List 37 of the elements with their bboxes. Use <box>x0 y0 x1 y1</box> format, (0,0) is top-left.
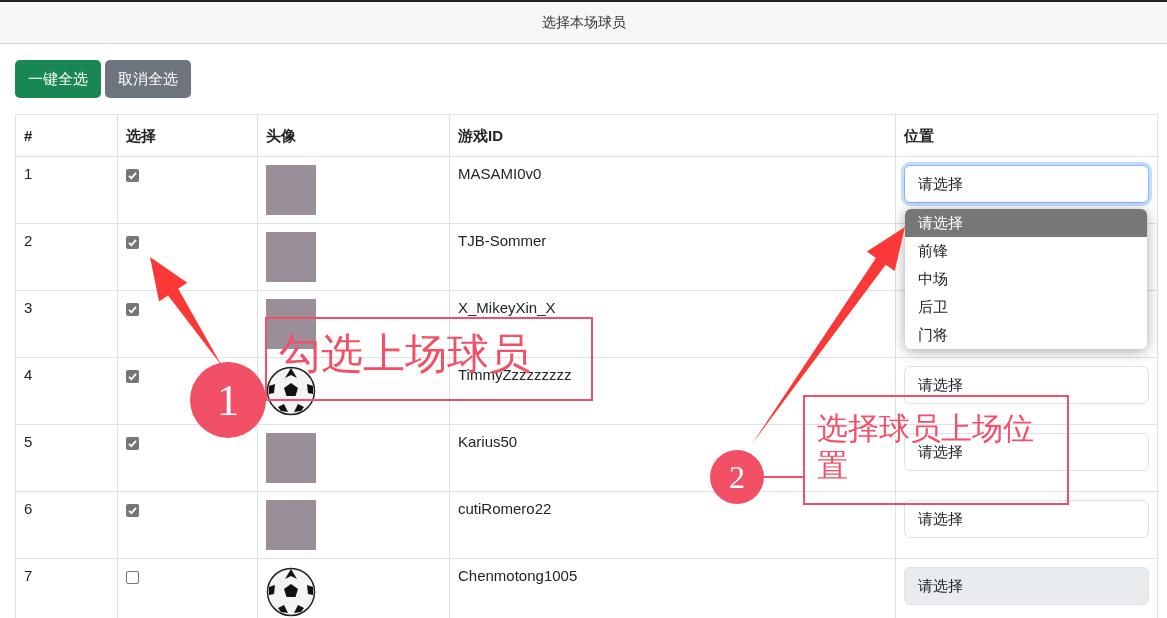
checkbox[interactable] <box>126 303 139 316</box>
step-number: 1 <box>190 362 266 438</box>
row-number: 2 <box>15 223 118 291</box>
column-header: 位置 <box>895 114 1158 157</box>
photo-placeholder <box>266 433 316 483</box>
row-number: 3 <box>15 290 118 358</box>
column-header: 头像 <box>257 114 450 157</box>
column-header: # <box>15 114 118 157</box>
window-title: 选择本场球员 <box>541 13 626 32</box>
position-select[interactable]: 请选择 <box>904 500 1149 538</box>
column-header: 游戏ID <box>449 114 896 157</box>
select-all-button[interactable]: 一键全选 <box>15 60 101 98</box>
row-number: 4 <box>15 357 118 425</box>
dropdown-option[interactable]: 请选择 <box>905 209 1147 237</box>
checkbox[interactable] <box>126 437 139 450</box>
game-id: MASAMI0v0 <box>449 156 896 224</box>
row-number: 1 <box>15 156 118 224</box>
checkbox[interactable] <box>126 169 139 182</box>
checkbox[interactable] <box>126 236 139 249</box>
dropdown-option[interactable]: 中场 <box>905 265 1147 293</box>
deselect-all-button[interactable]: 取消全选 <box>105 60 191 98</box>
photo-placeholder <box>266 500 316 550</box>
dropdown-option[interactable]: 前锋 <box>905 237 1147 265</box>
checkbox[interactable] <box>126 370 139 383</box>
row-number: 7 <box>15 558 118 618</box>
row-number: 6 <box>15 491 118 559</box>
checkbox[interactable] <box>126 571 139 584</box>
photo-placeholder <box>266 165 316 215</box>
row-number: 5 <box>15 424 118 492</box>
position-select[interactable]: 请选择 <box>904 165 1149 203</box>
checkbox[interactable] <box>126 504 139 517</box>
photo-placeholder <box>266 232 316 282</box>
dropdown-option[interactable]: 门将 <box>905 321 1147 349</box>
dropdown-option[interactable]: 后卫 <box>905 293 1147 321</box>
position-select[interactable]: 请选择 <box>904 366 1149 404</box>
step-number: 2 <box>710 450 764 504</box>
column-header: 选择 <box>117 114 258 157</box>
